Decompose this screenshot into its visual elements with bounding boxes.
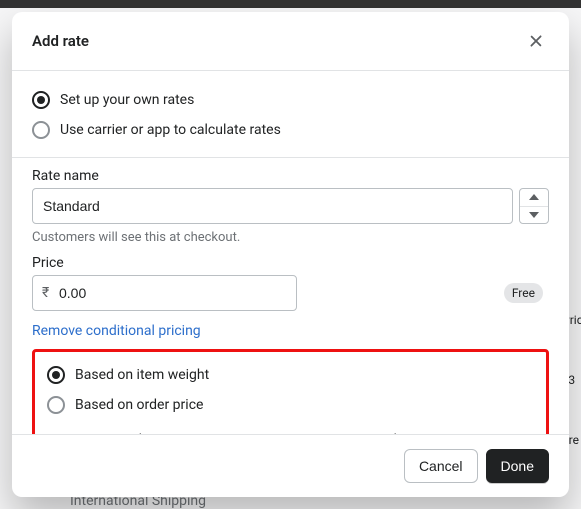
condition-price[interactable]: Based on order price	[47, 392, 534, 422]
condition-weight-label: Based on item weight	[75, 367, 209, 383]
modal-title: Add rate	[32, 32, 89, 50]
rate-name-group: Rate name Customers will see this at che…	[32, 168, 549, 245]
price-label: Price	[32, 255, 549, 271]
rate-name-label: Rate name	[32, 168, 549, 184]
add-rate-modal: Add rate Set up your own rates Use carri…	[12, 12, 569, 497]
cancel-button[interactable]: Cancel	[404, 449, 478, 483]
rate-type-own-label: Set up your own rates	[60, 92, 194, 108]
radio-icon	[47, 366, 65, 384]
close-button[interactable]	[523, 28, 549, 54]
radio-icon	[47, 396, 65, 414]
remove-conditional-pricing-link[interactable]: Remove conditional pricing	[32, 323, 201, 339]
radio-icon	[32, 91, 50, 109]
radio-icon	[32, 121, 50, 139]
modal-body: Set up your own rates Use carrier or app…	[12, 71, 569, 434]
rate-name-input[interactable]	[32, 188, 513, 224]
rate-type-carrier-label: Use carrier or app to calculate rates	[60, 122, 281, 138]
modal-header: Add rate	[12, 12, 569, 70]
close-icon	[527, 32, 545, 50]
rate-name-help: Customers will see this at checkout.	[32, 230, 549, 245]
stepper-up-button[interactable]	[520, 189, 548, 207]
currency-symbol: ₹	[42, 285, 49, 301]
conditions-section: Based on item weight Based on order pric…	[32, 349, 549, 434]
modal-footer: Cancel Done	[12, 434, 569, 497]
chevron-down-icon	[529, 212, 539, 218]
free-badge: Free	[504, 283, 543, 303]
rate-type-carrier[interactable]: Use carrier or app to calculate rates	[32, 117, 549, 147]
condition-price-label: Based on order price	[75, 397, 203, 413]
price-input[interactable]	[32, 275, 297, 311]
condition-weight[interactable]: Based on item weight	[47, 362, 534, 392]
chevron-up-icon	[529, 194, 539, 200]
divider	[12, 157, 569, 158]
price-group: Price ₹ Free	[32, 255, 549, 311]
rate-name-stepper	[519, 188, 549, 224]
stepper-down-button[interactable]	[520, 207, 548, 224]
top-bar-shadow	[0, 0, 581, 8]
done-button[interactable]: Done	[486, 449, 549, 483]
rate-type-own[interactable]: Set up your own rates	[32, 87, 549, 117]
